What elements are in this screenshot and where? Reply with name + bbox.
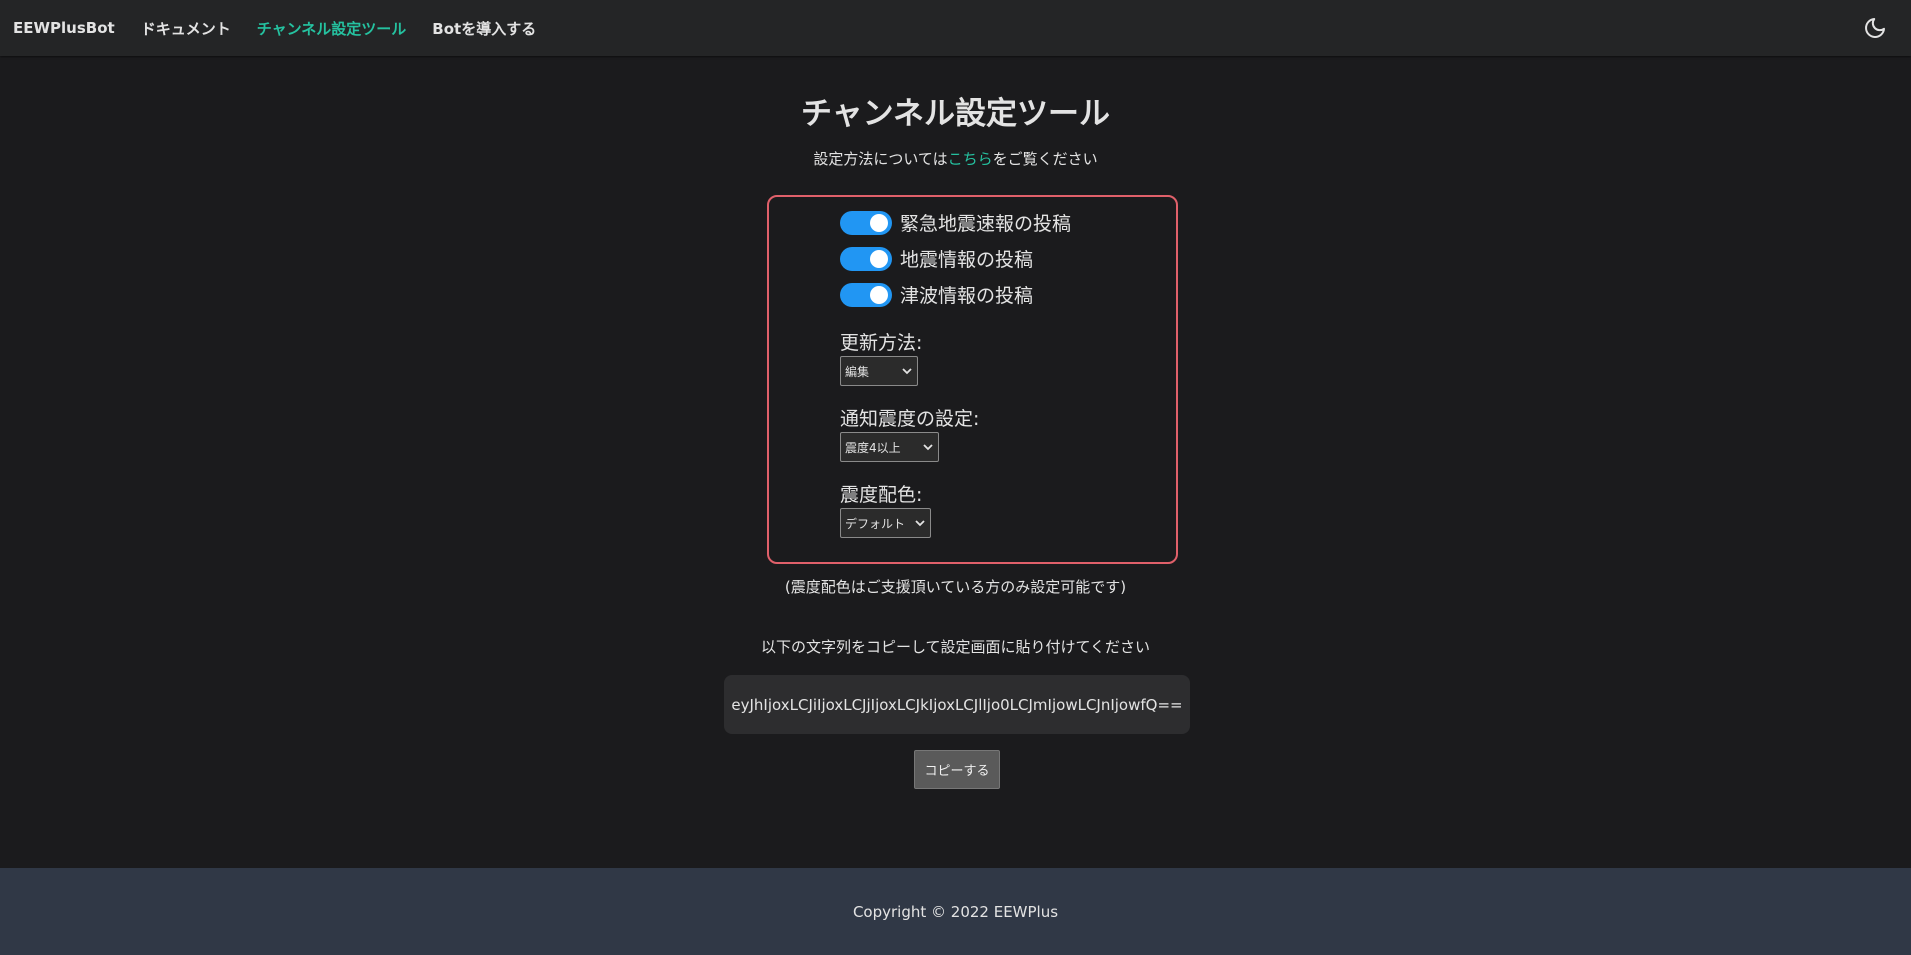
main-content: チャンネル設定ツール 設定方法についてはこちらをご覧ください 緊急地震速報の投稿… xyxy=(0,56,1911,868)
intensity-select[interactable]: 震度4以上 xyxy=(840,432,939,462)
intro-text: 設定方法についてはこちらをご覧ください xyxy=(0,148,1911,169)
nav-link-channel-tool[interactable]: チャンネル設定ツール xyxy=(257,18,407,39)
chevron-down-icon xyxy=(902,368,912,375)
color-value: デフォルト xyxy=(845,516,906,531)
intro-link[interactable]: こちら xyxy=(948,150,993,168)
update-method-label: 更新方法: xyxy=(840,332,923,354)
update-method-value: 編集 xyxy=(845,364,870,379)
top-navbar: EEWPlusBot ドキュメント チャンネル設定ツール Botを導入する xyxy=(0,0,1911,56)
eew-post-toggle[interactable] xyxy=(840,210,892,235)
copy-button[interactable]: コピーする xyxy=(914,750,1000,789)
color-select[interactable]: デフォルト xyxy=(840,508,931,538)
copyright-text: Copyright © 2022 EEWPlus xyxy=(852,902,1059,921)
intro-before: 設定方法については xyxy=(813,150,948,168)
toggle-row-tsunami: 津波情報の投稿 xyxy=(840,281,1033,308)
update-method-select[interactable]: 編集 xyxy=(840,356,918,386)
chevron-down-icon xyxy=(915,520,925,527)
footer: Copyright © 2022 EEWPlus xyxy=(0,868,1911,955)
settings-panel: 緊急地震速報の投稿 地震情報の投稿 津波情報の投稿 更新方法: 編集 通知震度の… xyxy=(767,195,1178,564)
intro-after: をご覧ください xyxy=(992,150,1098,168)
toggle-knob xyxy=(870,213,888,232)
supporter-note: (震度配色はご支援頂いている方のみ設定可能です) xyxy=(784,578,1127,596)
brand-link[interactable]: EEWPlusBot xyxy=(13,19,115,37)
chevron-down-icon xyxy=(923,444,933,451)
nav-link-add-bot[interactable]: Botを導入する xyxy=(432,18,536,39)
copy-instruction: 以下の文字列をコピーして設定画面に貼り付けてください xyxy=(760,638,1151,656)
quake-info-toggle[interactable] xyxy=(840,246,892,271)
moon-icon[interactable] xyxy=(1863,16,1887,40)
color-label: 震度配色: xyxy=(840,484,923,506)
eew-post-label: 緊急地震速報の投稿 xyxy=(900,213,1072,235)
toggle-row-quake-info: 地震情報の投稿 xyxy=(840,245,1033,272)
intensity-value: 震度4以上 xyxy=(845,440,901,455)
quake-info-label: 地震情報の投稿 xyxy=(900,249,1034,271)
toggle-knob xyxy=(870,249,888,268)
tsunami-info-label: 津波情報の投稿 xyxy=(900,285,1034,307)
settings-code[interactable]: eyJhIjoxLCJiIjoxLCJjIjoxLCJkIjoxLCJlIjo0… xyxy=(724,675,1190,734)
page-title: チャンネル設定ツール xyxy=(800,96,1111,132)
nav-link-docs[interactable]: ドキュメント xyxy=(141,18,231,39)
toggle-row-eew: 緊急地震速報の投稿 xyxy=(840,209,1071,236)
intensity-label: 通知震度の設定: xyxy=(840,408,980,430)
toggle-knob xyxy=(870,285,888,304)
tsunami-info-toggle[interactable] xyxy=(840,282,892,307)
